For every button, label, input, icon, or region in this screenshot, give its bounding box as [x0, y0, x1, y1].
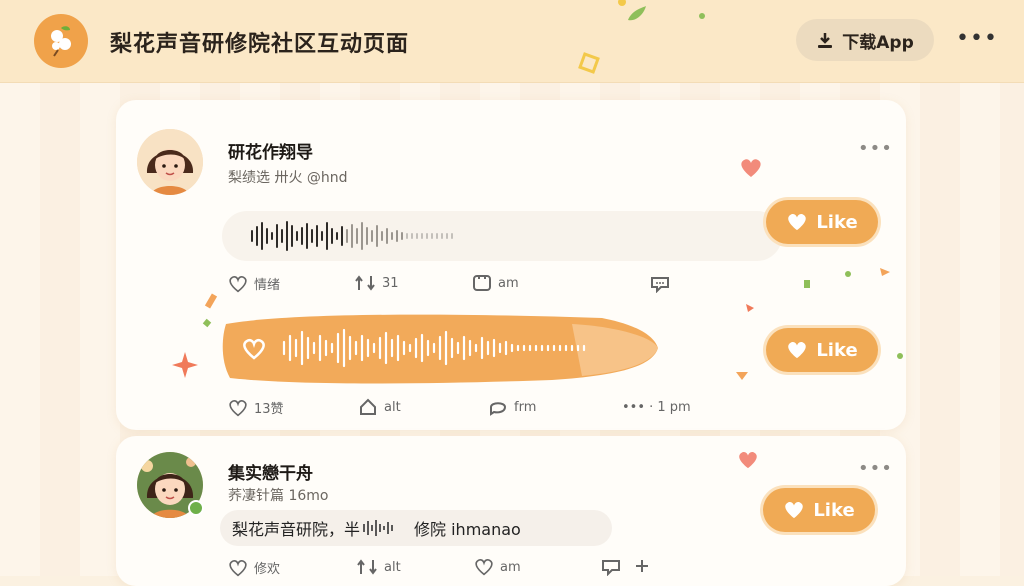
voice-message-player-active[interactable]: [222, 310, 662, 386]
voice-message-player[interactable]: [222, 211, 782, 261]
chat-bubble-icon[interactable]: [600, 558, 622, 576]
repost-icon: [357, 559, 377, 575]
heart-icon: [785, 501, 804, 519]
heart-icon: [788, 213, 807, 231]
waveform-icon: [363, 520, 393, 536]
like-action[interactable]: 情绪: [228, 274, 280, 293]
post-username[interactable]: 研花作翔导: [228, 138, 313, 163]
share-icon: [360, 398, 376, 415]
comment-action[interactable]: am: [472, 274, 519, 292]
heart-outline-icon: [475, 558, 493, 576]
post-subtitle: 梨绩选 卅火 @hnd: [228, 170, 348, 186]
waveform-icon: [251, 221, 453, 251]
post-more-icon[interactable]: •••: [858, 458, 893, 479]
reply-text: 梨花声音研院，半: [232, 520, 361, 539]
heart-outline-icon: [229, 559, 247, 576]
page-title: 梨花声音研修院社区互动页面: [110, 32, 410, 57]
star-decoration: [172, 352, 198, 378]
repost-action[interactable]: 31: [354, 274, 399, 292]
reply-tail: 修院 ihmanao: [414, 520, 521, 539]
post-username[interactable]: 集实戀干舟: [228, 459, 313, 484]
repost-action[interactable]: alt: [356, 558, 401, 576]
confetti-decoration: [736, 268, 903, 380]
reply-preview[interactable]: 梨花声音研院，半 修院 ihmanao: [220, 510, 612, 546]
comment-icon: [473, 275, 491, 291]
like-label: Like: [813, 499, 855, 521]
confetti-decoration: [202, 293, 218, 328]
comment-action[interactable]: frm: [488, 398, 536, 416]
app-logo[interactable]: [34, 14, 88, 68]
heart-shield-icon: [243, 338, 265, 360]
more-menu-icon[interactable]: •••: [956, 26, 998, 51]
post-more-icon[interactable]: •••: [858, 138, 893, 159]
smile-comment-icon: [490, 402, 507, 416]
like-button[interactable]: Like: [763, 488, 875, 532]
add-icon[interactable]: [634, 558, 650, 574]
repost-icon: [355, 275, 375, 291]
heart-outline-icon: [229, 399, 247, 416]
confetti-decoration: [578, 0, 705, 74]
post-timestamp: ••• · 1 pm: [622, 400, 691, 415]
verified-badge-icon: [188, 500, 204, 516]
heart-icon: [739, 451, 757, 469]
waveform-icon: [282, 328, 586, 368]
like-button[interactable]: Like: [766, 200, 878, 244]
download-app-button[interactable]: 下载App: [796, 19, 934, 61]
download-label: 下载App: [842, 32, 914, 53]
download-icon: [818, 33, 833, 48]
heart-icon: [741, 159, 761, 177]
like-label: Like: [816, 211, 858, 233]
like-action[interactable]: 13赞: [228, 398, 284, 417]
post-subtitle: 荞凄针篇 16mo: [228, 488, 329, 504]
chat-bubble-icon[interactable]: [649, 275, 671, 293]
like-action[interactable]: 修欢: [228, 558, 280, 577]
share-action[interactable]: alt: [358, 398, 401, 416]
comment-action[interactable]: am: [474, 558, 521, 576]
header-bar: 梨花声音研修院社区互动页面 下载App •••: [0, 0, 1024, 83]
heart-outline-icon: [229, 275, 247, 292]
avatar[interactable]: [137, 129, 203, 195]
